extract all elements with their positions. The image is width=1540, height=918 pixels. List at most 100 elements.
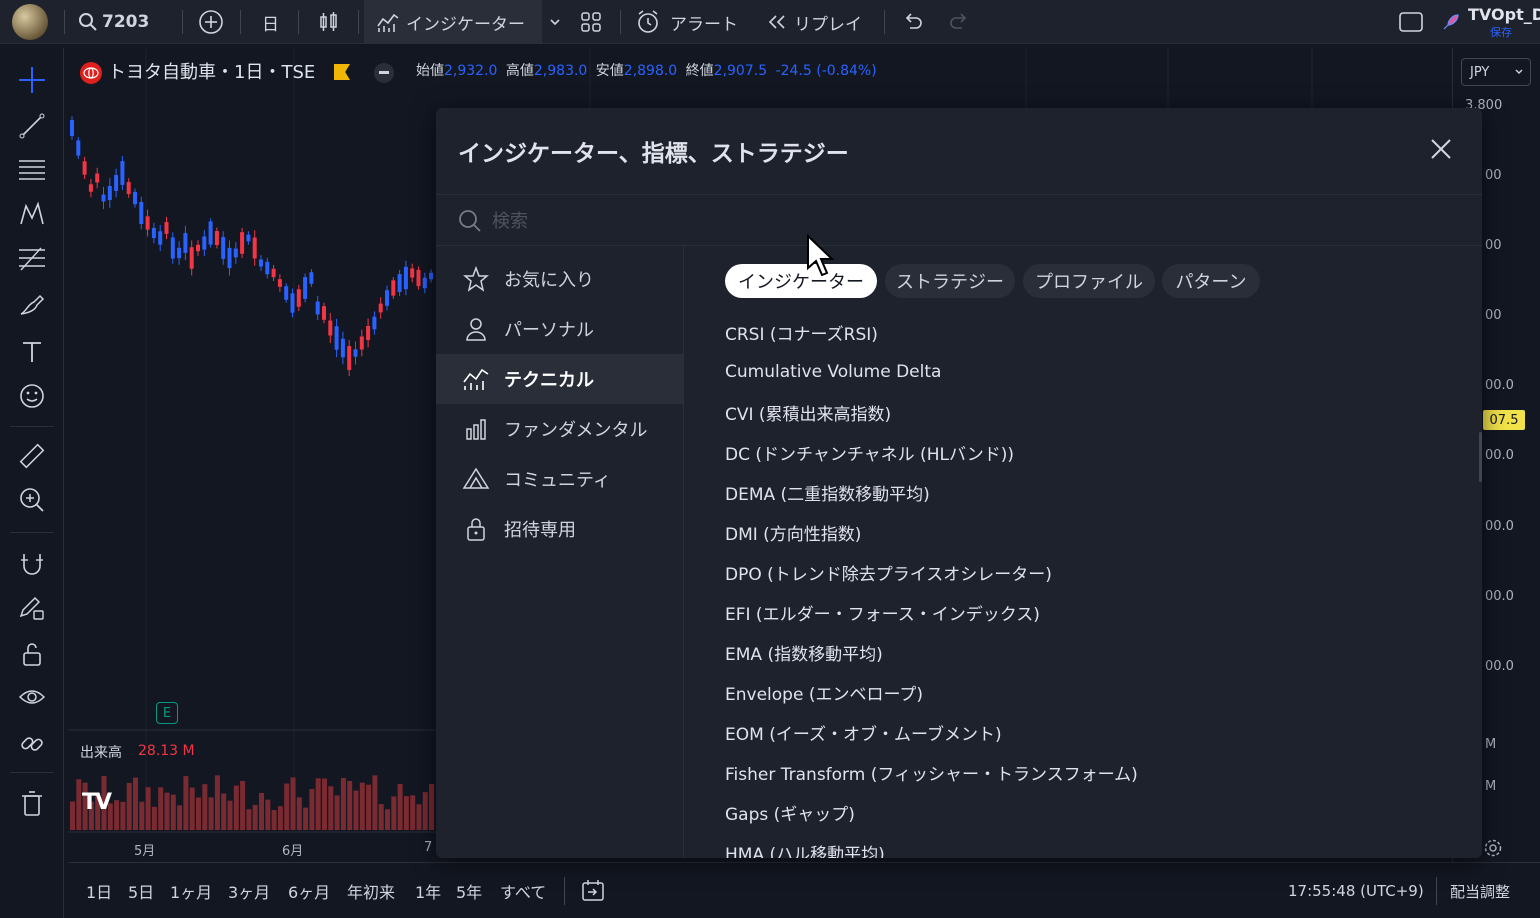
gear-icon bbox=[1484, 839, 1502, 857]
alert-button[interactable]: アラート bbox=[636, 0, 738, 44]
chart-settings-button[interactable] bbox=[1483, 838, 1503, 862]
lock-all-tool[interactable] bbox=[16, 638, 48, 670]
sidebar-item-community[interactable]: コミュニティ bbox=[436, 454, 684, 504]
layout-name[interactable]: TVOpt_D bbox=[1468, 5, 1540, 24]
tab-patterns[interactable]: パターン bbox=[1162, 264, 1260, 298]
brush-icon bbox=[20, 294, 45, 315]
volume-bar bbox=[221, 793, 227, 830]
candle-body bbox=[114, 175, 119, 191]
brush-tool[interactable] bbox=[16, 290, 48, 322]
crosshair-tool[interactable] bbox=[16, 64, 48, 96]
lock-drawing-tool[interactable] bbox=[16, 592, 48, 624]
list-item[interactable]: Cumulative Volume Delta bbox=[725, 356, 941, 388]
volume-bar bbox=[189, 787, 195, 830]
hide-drawings-tool[interactable] bbox=[16, 682, 48, 714]
horizontal-lines-tool[interactable] bbox=[16, 154, 48, 186]
list-item[interactable]: DMI (方向性指数) bbox=[725, 516, 861, 548]
list-item[interactable]: CVI (累積出来高指数) bbox=[725, 396, 891, 428]
remove-drawings-tool[interactable] bbox=[16, 788, 48, 820]
range-button-all[interactable]: すべて bbox=[500, 863, 546, 918]
collapse-legend-button[interactable] bbox=[374, 63, 394, 83]
trend-line-tool[interactable] bbox=[16, 110, 48, 142]
candle-body bbox=[359, 336, 364, 350]
list-item[interactable]: CRSI (コナーズRSI) bbox=[725, 316, 878, 348]
close-button[interactable] bbox=[1426, 134, 1456, 164]
layout-button[interactable] bbox=[580, 0, 602, 44]
list-item[interactable]: Envelope (エンベロープ) bbox=[725, 676, 923, 708]
list-item[interactable]: Gaps (ギャップ) bbox=[725, 796, 855, 828]
pattern-tool[interactable] bbox=[16, 198, 48, 230]
search-input[interactable] bbox=[492, 205, 1392, 237]
candle-body bbox=[120, 161, 125, 185]
candle-body bbox=[82, 161, 87, 175]
sidebar-item-fundamental[interactable]: ファンダメンタル bbox=[436, 404, 684, 454]
candle-body bbox=[309, 272, 314, 284]
close-icon bbox=[1431, 139, 1451, 159]
redo-button[interactable] bbox=[948, 0, 970, 44]
range-button-ytd[interactable]: 年初来 bbox=[347, 863, 395, 918]
goto-date-button[interactable] bbox=[580, 863, 606, 918]
fullscreen-button[interactable] bbox=[1398, 0, 1424, 44]
user-avatar[interactable] bbox=[12, 4, 48, 40]
range-button-3m[interactable]: 3ヶ月 bbox=[228, 863, 270, 918]
chevron-down-icon bbox=[1515, 69, 1523, 74]
price-label: 00.0 bbox=[1485, 589, 1514, 604]
list-item[interactable]: Fisher Transform (フィッシャー・トランスフォーム) bbox=[725, 756, 1138, 788]
undo-button[interactable] bbox=[902, 0, 924, 44]
range-button-1y[interactable]: 1年 bbox=[415, 863, 441, 918]
list-item[interactable]: DC (ドンチャンチャネル (HLバンド)) bbox=[725, 436, 1014, 468]
range-button-5d[interactable]: 5日 bbox=[128, 863, 154, 918]
sidebar-item-invite-only[interactable]: 招待専用 bbox=[436, 504, 684, 554]
ruler-icon bbox=[19, 443, 45, 469]
sidebar-item-favorites[interactable]: お気に入り bbox=[436, 254, 684, 304]
tab-indicators[interactable]: インジケーター bbox=[725, 264, 877, 298]
tab-strategies[interactable]: ストラテジー bbox=[885, 264, 1015, 298]
chevron-down-icon bbox=[550, 19, 560, 26]
list-item[interactable]: DEMA (二重指数移動平均) bbox=[725, 476, 930, 508]
zoom-tool[interactable] bbox=[16, 484, 48, 516]
earnings-badge[interactable]: E bbox=[156, 702, 178, 724]
candle-body bbox=[126, 182, 131, 194]
replay-button[interactable]: リプレイ bbox=[766, 0, 862, 44]
volume-bar bbox=[164, 792, 170, 830]
sidebar-item-personal[interactable]: パーソナル bbox=[436, 304, 684, 354]
scrollbar[interactable] bbox=[1479, 432, 1482, 482]
save-button[interactable]: 保存 bbox=[1490, 24, 1512, 40]
list-item[interactable]: EMA (指数移動平均) bbox=[725, 636, 883, 668]
indicators-button[interactable]: インジケーター bbox=[364, 0, 542, 44]
toolbar-divider bbox=[358, 10, 359, 34]
magnet-tool[interactable] bbox=[16, 548, 48, 580]
list-item[interactable]: EFI (エルダー・フォース・インデックス) bbox=[725, 596, 1040, 628]
range-button-6m[interactable]: 6ヶ月 bbox=[288, 863, 330, 918]
candle-body bbox=[196, 244, 200, 252]
redo-icon bbox=[950, 13, 967, 29]
list-item[interactable]: HMA (ハル移動平均) bbox=[725, 836, 885, 859]
clock-timezone[interactable]: 17:55:48 (UTC+9) bbox=[1288, 863, 1424, 918]
emoji-tool[interactable] bbox=[16, 380, 48, 412]
tab-profiles[interactable]: プロファイル bbox=[1023, 264, 1155, 298]
dividend-adjust-button[interactable]: 配当調整 bbox=[1450, 863, 1510, 918]
text-tool[interactable] bbox=[16, 336, 48, 368]
list-item[interactable]: EOM (イーズ・オブ・ムーブメント) bbox=[725, 716, 1002, 748]
sidebar-item-technical[interactable]: テクニカル bbox=[436, 354, 684, 404]
symbol-title[interactable]: トヨタ自動車・1日・TSE bbox=[108, 58, 315, 84]
volume-bar bbox=[303, 807, 309, 830]
volume-bar bbox=[296, 797, 302, 830]
chart-type-button[interactable] bbox=[318, 0, 340, 44]
list-item[interactable]: DPO (トレンド除去プライスオシレーター) bbox=[725, 556, 1052, 588]
link-tool[interactable] bbox=[16, 728, 48, 760]
symbol-search-button[interactable]: 7203 bbox=[78, 0, 149, 44]
currency-select[interactable]: JPY bbox=[1461, 58, 1531, 86]
compare-symbol-button[interactable] bbox=[198, 0, 224, 44]
range-button-5y[interactable]: 5年 bbox=[456, 863, 482, 918]
interval-button[interactable]: 日 bbox=[262, 0, 279, 44]
range-button-1d[interactable]: 1日 bbox=[86, 863, 112, 918]
volume-bar bbox=[309, 788, 315, 830]
fib-tool[interactable] bbox=[16, 244, 48, 276]
measure-tool[interactable] bbox=[16, 440, 48, 472]
parallel-lines-icon bbox=[19, 160, 45, 180]
indicators-dropdown-button[interactable] bbox=[548, 0, 562, 44]
text-icon bbox=[23, 342, 41, 362]
range-button-1m[interactable]: 1ヶ月 bbox=[170, 863, 212, 918]
volume-bar bbox=[284, 783, 290, 830]
